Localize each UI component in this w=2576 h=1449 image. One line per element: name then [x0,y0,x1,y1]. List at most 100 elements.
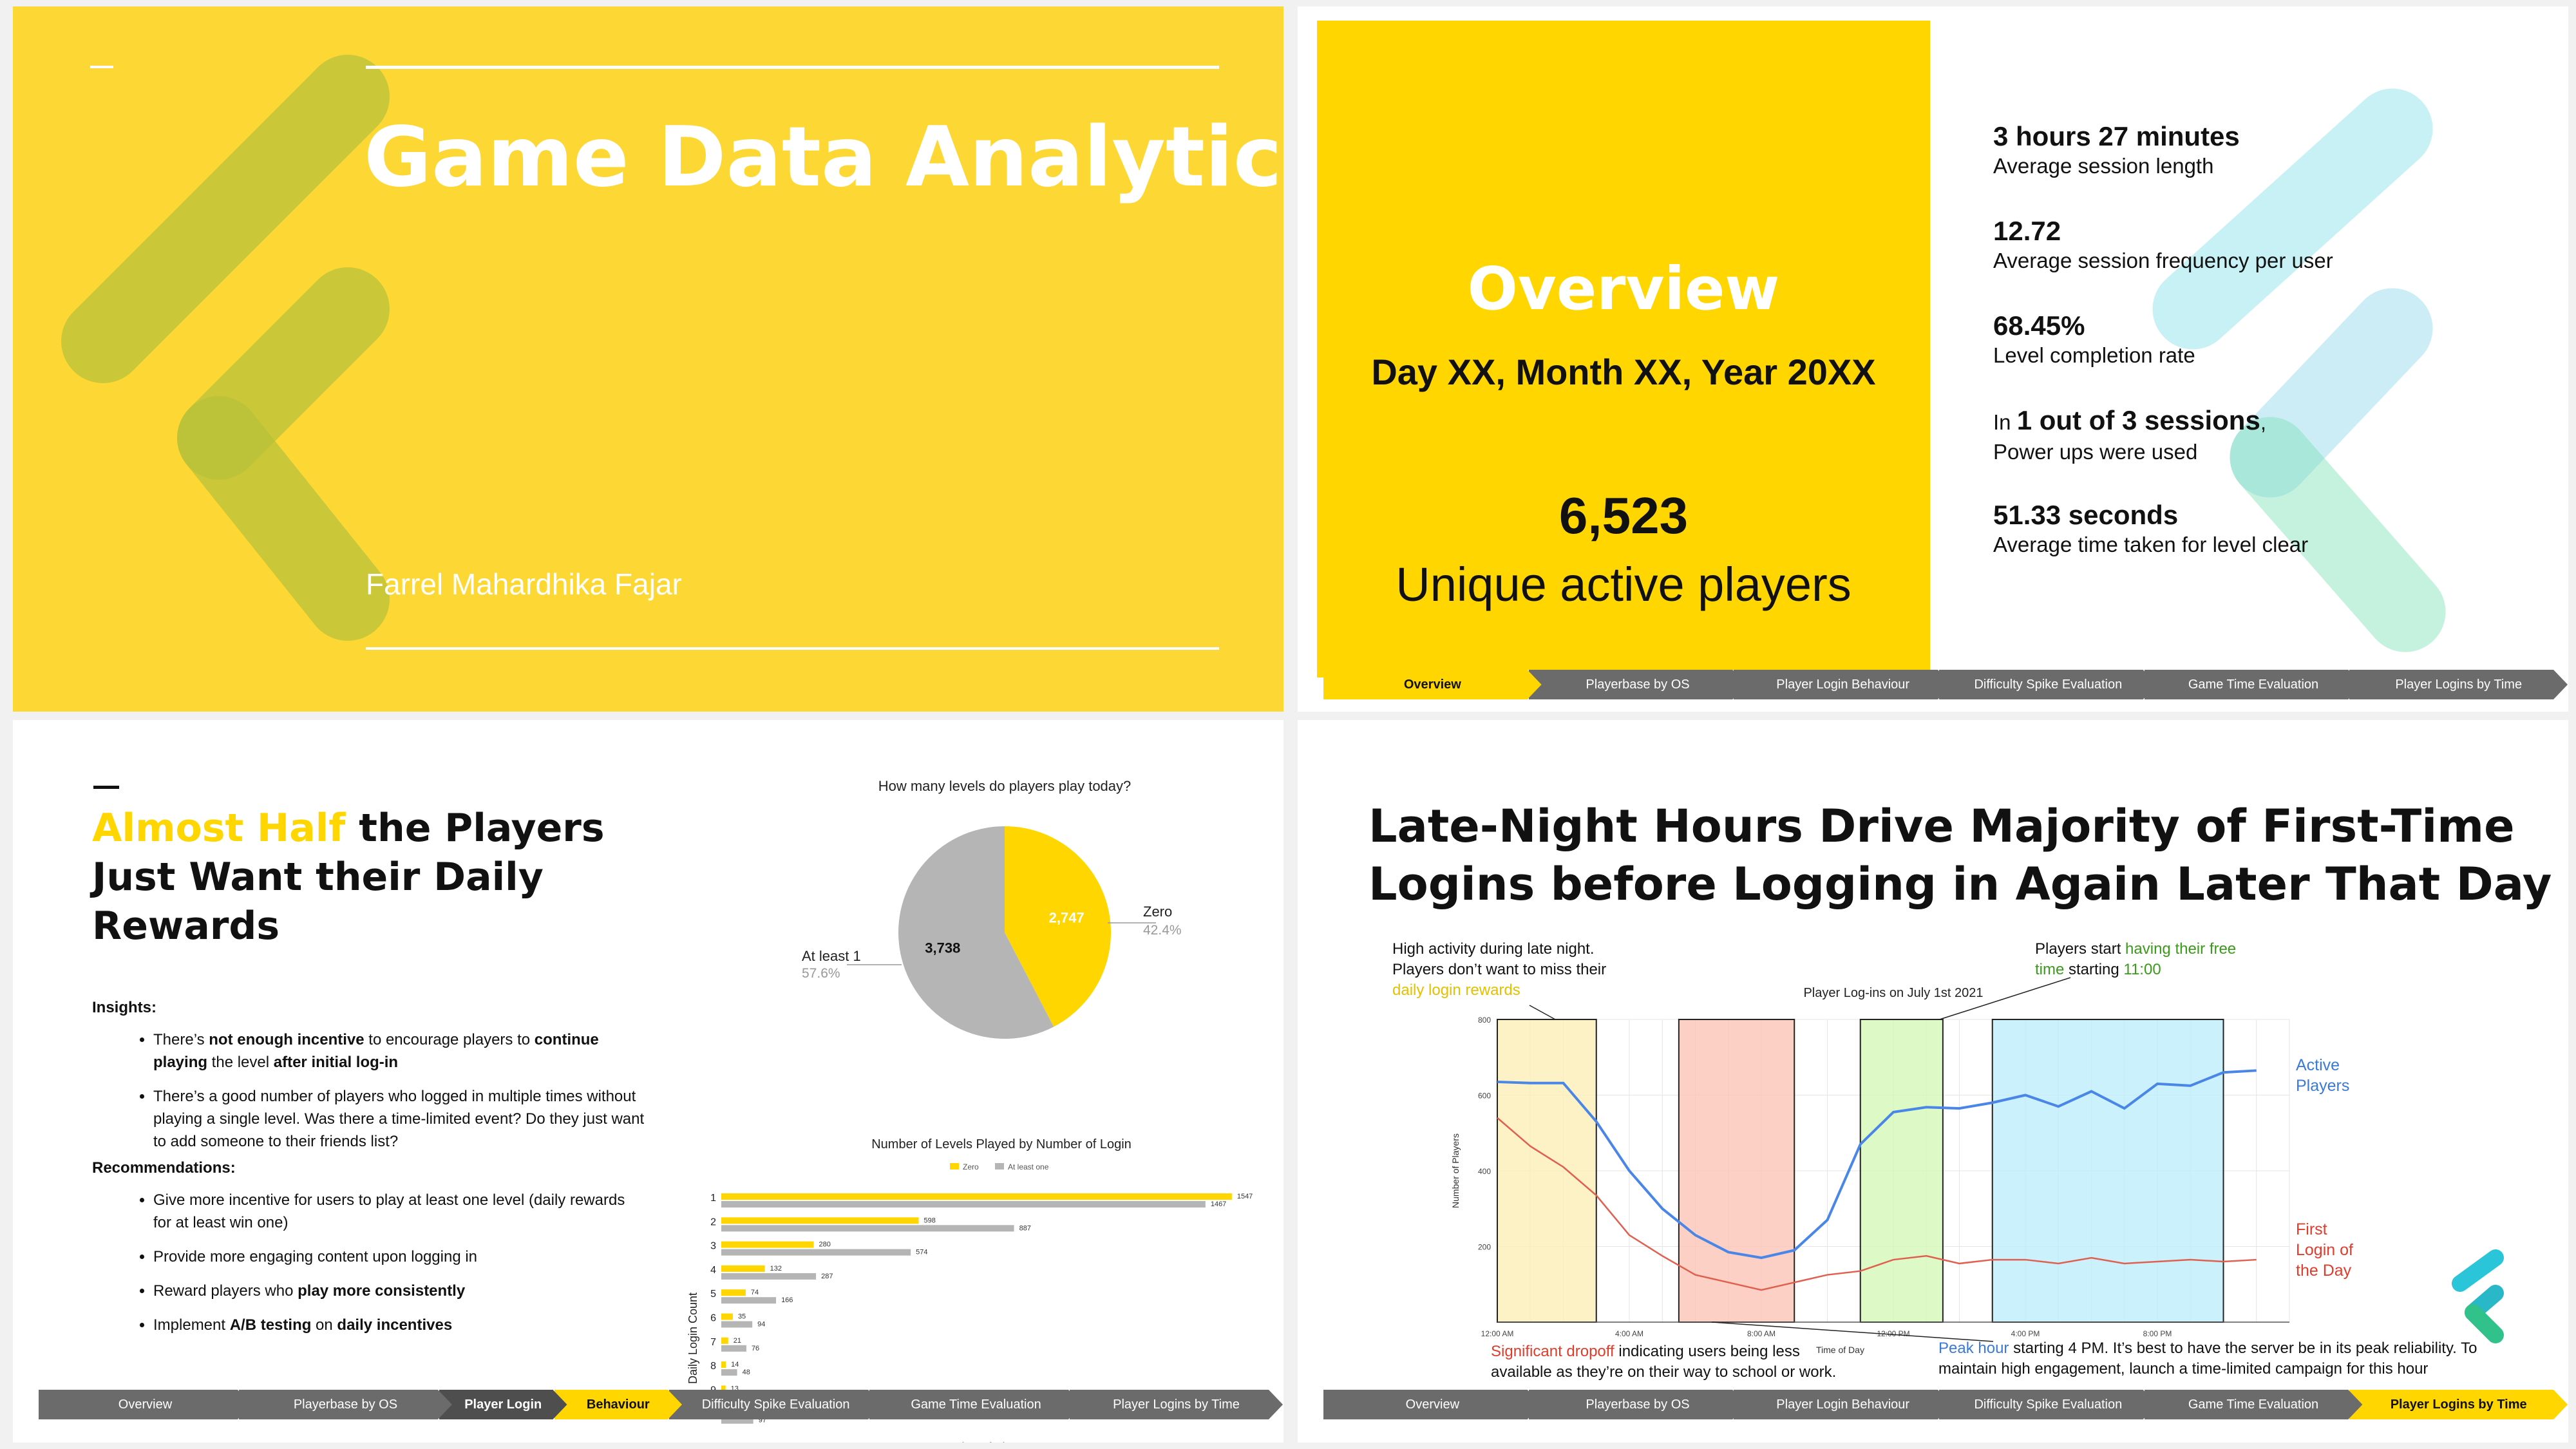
nav-overview[interactable]: Overview [1323,670,1542,699]
recommendations-list: Give more incentive for users to play at… [92,1189,646,1336]
accent-dash [90,66,113,68]
legend-first-login: First Login of the Day [2296,1220,2353,1280]
nav-overview[interactable]: Overview [39,1390,252,1419]
nav-game-time[interactable]: Game Time Evaluation [868,1390,1083,1419]
pie-slice-name: At least 1 [802,948,861,964]
bar-value-label: 287 [821,1273,833,1280]
nav-game-time[interactable]: Game Time Evaluation [2143,670,2363,699]
stat-session-length: 3 hours 27 minutes Average session lengt… [1993,121,2240,178]
nav-overview[interactable]: Overview [1323,1390,1542,1419]
pie-value-label: 3,738 [925,940,960,956]
bar-value-label: 598 [923,1217,935,1224]
highlight-box [1991,1019,2224,1323]
bar [721,1289,746,1296]
bar [721,1193,1232,1200]
bar [721,1345,746,1352]
bottom-rule [366,647,1219,650]
y-tick-label: 200 [1478,1243,1491,1252]
slide-login-behaviour: Almost Half the Players Just Want their … [13,720,1283,1443]
recommendation-item: Implement A/B testing on daily incentive… [153,1314,646,1336]
nav-playerbase[interactable]: Playerbase by OS [238,1390,452,1419]
nav-game-time[interactable]: Game Time Evaluation [2143,1390,2363,1419]
bar [721,1217,919,1224]
bar-value-label: 74 [751,1289,759,1296]
bar-category-label: 2 [710,1217,716,1227]
stat-completion-rate: 68.45% Level completion rate [1993,310,2195,367]
pie-title: How many levels do players play today? [878,778,1132,794]
nav-logins-by-time[interactable]: Player Logins by Time [2348,1390,2568,1419]
chevron-logo [2452,1249,2504,1343]
y-tick-label: 400 [1478,1167,1491,1176]
bar-category-label: 1 [710,1193,716,1204]
line-chart-title: Player Log-ins on July 1st 2021 [1803,986,1983,1000]
y-tick-label: 600 [1478,1092,1491,1101]
legend-swatch [950,1163,959,1170]
bar-value-label: 280 [819,1241,831,1249]
nav-login-behaviour[interactable]: Player Login Behaviour [1732,670,1952,699]
bar-value-label: 76 [752,1345,759,1352]
bar-value-label: 21 [734,1337,741,1345]
slide-heading: Almost Half the Players Just Want their … [92,806,605,949]
x-tick-label: 8:00 AM [1747,1329,1776,1338]
section-nav: Overview Playerbase by OS Player Login B… [39,1390,1269,1419]
insights-block: Insights: There’s not enough incentive t… [92,999,646,1348]
annotation-peak-hour: Peak hour starting 4 PM. It’s best to ha… [1938,1340,2477,1378]
bar-chart-title: Number of Levels Played by Number of Log… [871,1137,1132,1151]
bar [721,1337,728,1344]
bar-value-label: 94 [757,1321,765,1329]
legend-active-players: Active Players [2296,1056,2350,1095]
annotation-free-time: Players start having their free time sta… [2035,940,2237,978]
pie-value-label: 2,747 [1049,909,1084,925]
nav-playerbase[interactable]: Playerbase by OS [1528,1390,1747,1419]
x-tick-label: 8:00 PM [2143,1329,2172,1338]
bar-value-label: 574 [916,1249,927,1256]
stat-session-frequency: 12.72 Average session frequency per user [1993,216,2333,272]
slide-logins-by-time: Late-Night Hours Drive Majority of First… [1298,720,2568,1443]
nav-playerbase[interactable]: Playerbase by OS [1528,670,1747,699]
stat-powerups: In 1 out of 3 sessions, Power ups were u… [1993,405,2266,464]
legend-swatch [995,1163,1004,1170]
recommendation-item: Provide more engaging content upon loggi… [153,1245,646,1268]
author-name: Farrel Mahardhika Fajar [366,567,682,601]
legend-label: Zero [963,1162,979,1171]
stat-list: 3 hours 27 minutes Average session lengt… [1993,119,2444,592]
bar [721,1273,817,1280]
insight-item: There’s not enough incentive to encourag… [153,1028,646,1074]
bar [721,1313,733,1320]
bar-chart: Number of Levels Played by Number of Log… [687,1137,1253,1443]
bar-value-label: 1547 [1237,1193,1253,1200]
line-chart: Player Log-ins on July 1st 2021 200 400 600… [1450,977,2290,1355]
bar [721,1297,777,1304]
nav-difficulty[interactable]: Difficulty Spike Evaluation [1938,1390,2157,1419]
slide-title: Game Data Analytics Farrel Mahardhika Fa… [13,6,1283,712]
y-tick-label: 800 [1478,1016,1491,1025]
nav-difficulty[interactable]: Difficulty Spike Evaluation [1938,670,2157,699]
x-axis-label: Number of Players [937,1441,1033,1443]
slide-overview: Overview Day XX, Month XX, Year 20XX 6,5… [1298,6,2568,712]
nav-behaviour[interactable]: Behaviour [553,1390,683,1419]
pie-slice-name: Zero [1143,904,1172,920]
bar [721,1249,911,1256]
legend-label: At least one [1008,1162,1049,1171]
overview-date: Day XX, Month XX, Year 20XX [1371,352,1876,392]
bar [721,1241,814,1248]
annotation-dropoff: Significant dropoff indicating users bei… [1491,1343,1837,1381]
nav-difficulty[interactable]: Difficulty Spike Evaluation [668,1390,882,1419]
highlight-box [1678,1019,1795,1323]
nav-player-login[interactable]: Player Login [438,1390,567,1419]
x-tick-label: 4:00 PM [2011,1329,2040,1338]
nav-login-behaviour[interactable]: Player Login Behaviour [1732,1390,1952,1419]
insights-list: There’s not enough incentive to encourag… [92,1028,646,1153]
stat-level-clear-time: 51.33 seconds Average time taken for lev… [1993,500,2309,556]
bar-category-label: 8 [710,1361,716,1372]
bar-category-label: 5 [710,1289,716,1300]
pie-slice-percent: 42.4% [1143,923,1182,938]
bar-value-label: 35 [738,1313,746,1321]
nav-logins-by-time[interactable]: Player Logins by Time [2348,670,2568,699]
x-tick-label: 12:00 AM [1481,1329,1514,1338]
bar-value-label: 887 [1019,1224,1031,1232]
section-nav: Overview Playerbase by OS Player Login B… [1323,670,2553,699]
nav-logins-by-time[interactable]: Player Logins by Time [1068,1390,1283,1419]
x-tick-label: 4:00 AM [1615,1329,1643,1338]
overview-heading: Overview [1467,254,1780,323]
